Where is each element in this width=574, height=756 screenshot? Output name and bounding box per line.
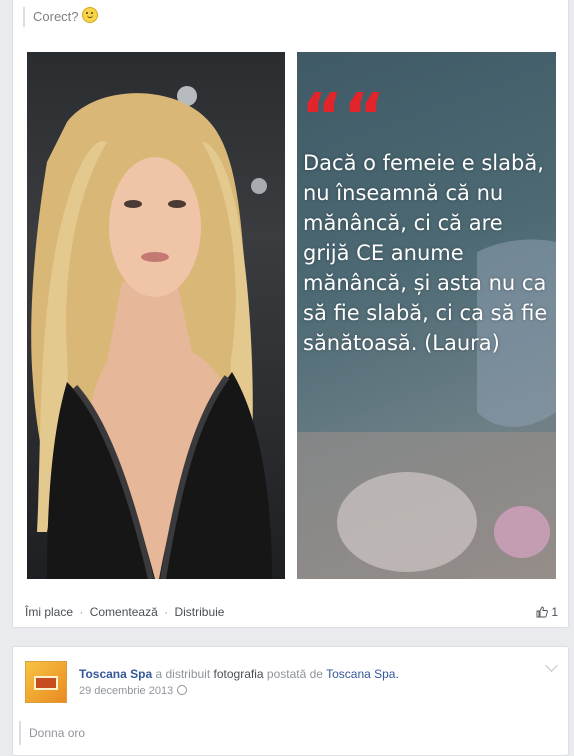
quote-marks-icon: ““ bbox=[301, 81, 386, 155]
woman-portrait-image bbox=[27, 52, 285, 579]
source-page-link[interactable]: Toscana Spa. bbox=[326, 667, 399, 681]
post-header: Toscana Spa a distribuit fotografia post… bbox=[79, 667, 399, 681]
like-count[interactable]: 1 bbox=[536, 605, 558, 619]
post-date: 29 decembrie 2013 bbox=[79, 685, 188, 697]
posted-by-text: postată de bbox=[266, 667, 323, 681]
globe-icon bbox=[177, 685, 188, 695]
portrait-illustration bbox=[31, 86, 272, 579]
post-actions: Îmi place · Comentează · Distribuie bbox=[25, 605, 560, 619]
thumbs-up-icon bbox=[536, 606, 549, 618]
share-link[interactable]: Distribuie bbox=[174, 605, 224, 619]
post-caption-text: Donna oro bbox=[29, 726, 86, 740]
post-date-link[interactable]: 29 decembrie 2013 bbox=[79, 685, 173, 697]
post-photo[interactable]: ““ Dacă o femeie e slabă, nu înseamnă că… bbox=[27, 52, 556, 579]
shared-photo-post: Corect? ““ Dacă o femeie e slabă, nu îns… bbox=[12, 0, 569, 628]
page-avatar[interactable] bbox=[25, 661, 67, 703]
post-caption: Corect? bbox=[23, 7, 98, 27]
shared-object-link[interactable]: fotografia bbox=[214, 667, 264, 681]
smiley-emoticon-icon bbox=[81, 7, 98, 23]
like-count-value: 1 bbox=[551, 605, 558, 619]
quote-text: Dacă o femeie e slabă, nu înseamnă că nu… bbox=[303, 151, 548, 355]
comment-link[interactable]: Comentează bbox=[90, 605, 158, 619]
action-separator: · bbox=[79, 605, 84, 619]
action-text: a distribuit bbox=[155, 667, 211, 681]
chevron-down-icon[interactable] bbox=[545, 659, 558, 672]
action-separator: · bbox=[164, 605, 169, 619]
post-caption: Donna oro bbox=[19, 721, 85, 745]
like-link[interactable]: Îmi place bbox=[25, 605, 73, 619]
shared-post: Toscana Spa a distribuit fotografia post… bbox=[12, 646, 569, 756]
author-name-link[interactable]: Toscana Spa bbox=[79, 667, 152, 681]
quote-image: ““ Dacă o femeie e slabă, nu înseamnă că… bbox=[297, 52, 556, 579]
post-caption-text: Corect? bbox=[33, 9, 79, 24]
